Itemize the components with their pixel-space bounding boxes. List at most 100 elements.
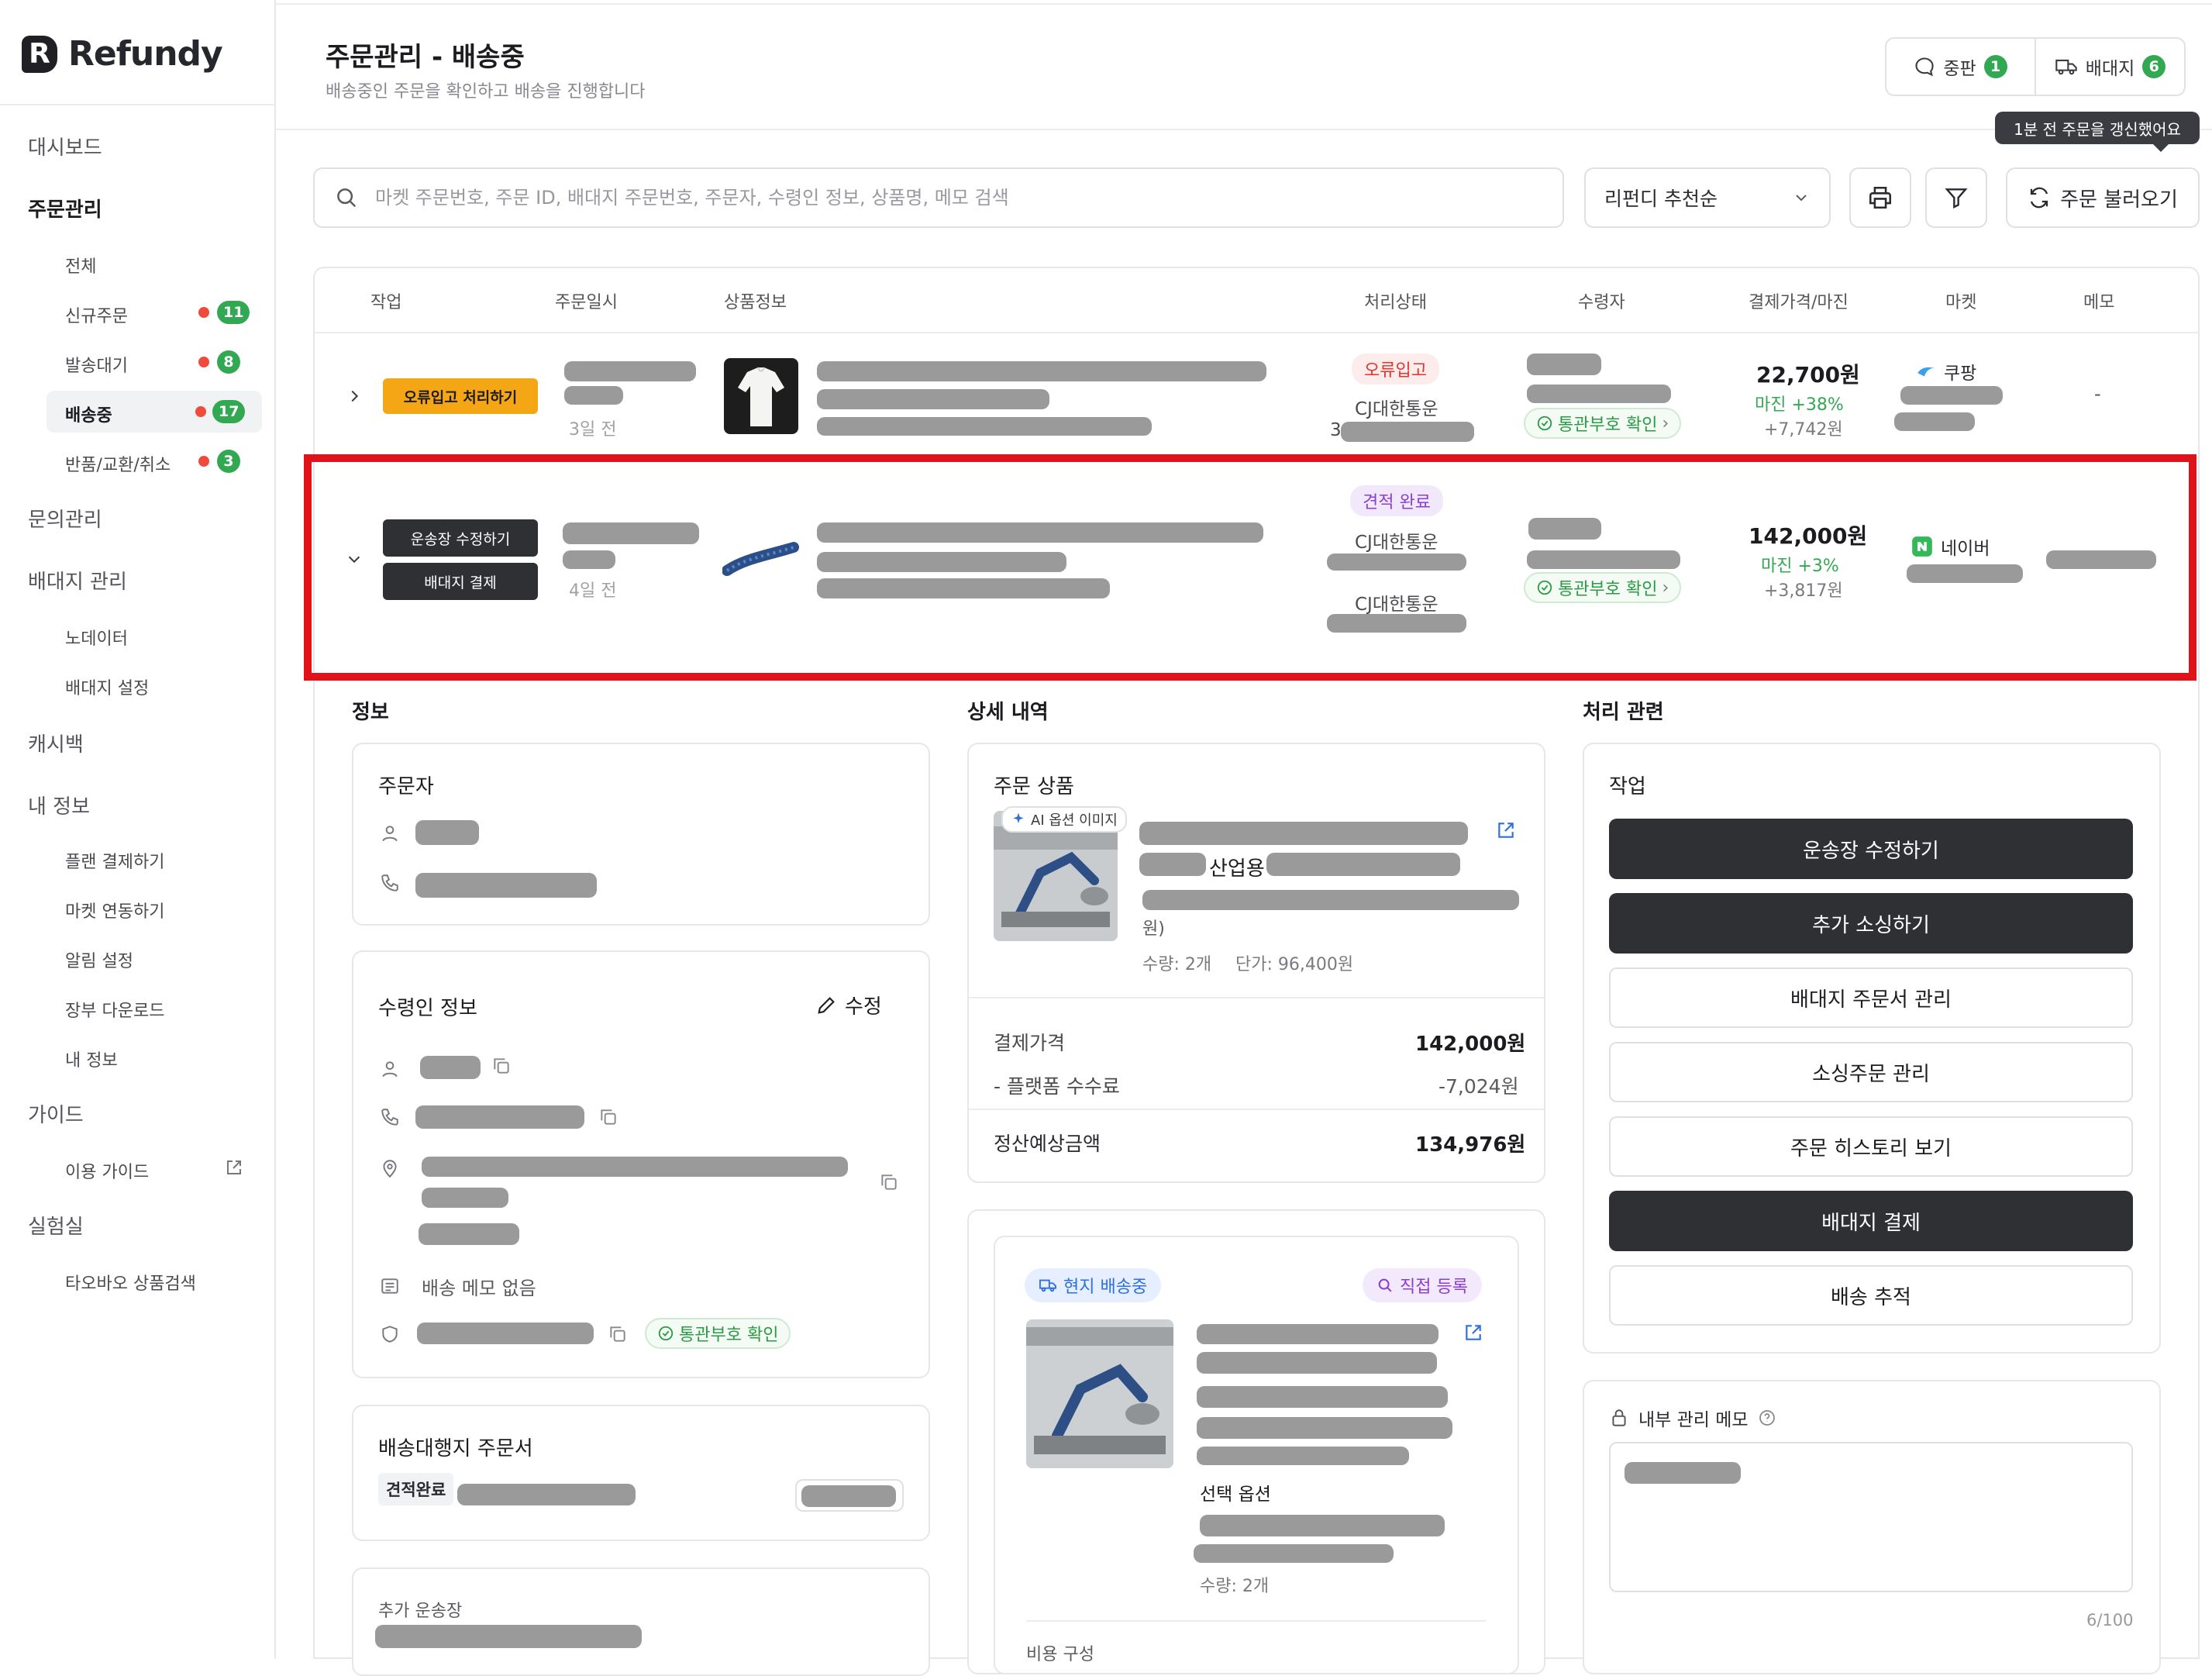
sourcing-order-manage-button[interactable]: 소싱주문 관리 (1609, 1042, 2133, 1102)
page-subtitle: 배송중인 주문을 확인하고 배송을 진행합니다 (326, 82, 646, 102)
nav-usage-guide[interactable]: 이용 가이드 (65, 1158, 149, 1183)
actions-title: 작업 (1609, 775, 1646, 798)
nav-dropship-settings[interactable]: 배대지 설정 (65, 674, 149, 699)
nav-guide[interactable]: 가이드 (28, 1099, 84, 1128)
count-badge: 11 (217, 301, 250, 324)
payment-value: 142,000원 (1415, 1033, 1526, 1056)
copy-icon[interactable] (608, 1324, 628, 1344)
memo-char-count: 6/100 (2086, 1611, 2134, 1629)
refresh-orders-button[interactable]: 주문 불러오기 (2006, 167, 2200, 228)
agent-order-action[interactable] (795, 1479, 904, 1512)
redacted-recipient-phone (415, 1105, 584, 1129)
dispute-label: 중판 (1943, 59, 1976, 79)
copy-icon[interactable] (598, 1107, 618, 1127)
nav-orders-new[interactable]: 신규주문 (65, 302, 128, 327)
chevron-right-icon[interactable] (346, 388, 363, 405)
nav-dropship-nodata[interactable]: 노데이터 (65, 625, 128, 650)
cost-breakdown-label: 비용 구성 (1026, 1645, 1094, 1664)
process-section-title: 처리 관련 (1583, 701, 1664, 724)
local-shipping-label: 현지 배송중 (1063, 1278, 1148, 1297)
copy-icon[interactable] (879, 1172, 899, 1192)
nav-orders-shipping[interactable]: 배송중 (65, 402, 112, 426)
dropship-order-manage-button[interactable]: 배대지 주문서 관리 (1609, 967, 2133, 1028)
col-header-product: 상품정보 (724, 293, 787, 312)
alert-dot (198, 456, 209, 467)
redacted-recipient (1527, 353, 1601, 375)
platform-fee-value: -7,024원 (1438, 1075, 1519, 1098)
sparkle-icon (1013, 812, 1024, 823)
count-badge: 3 (217, 450, 240, 473)
dropship-label: 배대지 (2085, 59, 2135, 79)
redacted-product-name (1266, 853, 1460, 876)
nav-orders-returns[interactable]: 반품/교환/취소 (65, 451, 171, 476)
alert-dot (195, 406, 206, 417)
customs-check-badge[interactable]: 통관부호 확인 (645, 1318, 791, 1349)
refresh-tooltip: 1분 전 주문을 갱신했어요 (1995, 112, 2200, 152)
chevron-down-icon (1796, 195, 1807, 202)
nav-dropship[interactable]: 배대지 관리 (28, 566, 127, 595)
nav-cashback[interactable]: 캐시백 (28, 729, 84, 757)
error-receipt-button[interactable]: 오류입고 처리하기 (383, 378, 538, 414)
sourcing-image[interactable] (1026, 1319, 1173, 1468)
nav-my-info[interactable]: 내 정보 (28, 791, 90, 819)
track-shipment-button[interactable]: 배송 추적 (1609, 1265, 2133, 1326)
truck-icon (1039, 1279, 1056, 1292)
dispute-button[interactable]: 중판 1 (1886, 39, 2035, 95)
customs-check-badge[interactable]: 통관부호 확인 › (1524, 408, 1682, 439)
lock-icon (1612, 1409, 1626, 1426)
nav-my-profile[interactable]: 내 정보 (65, 1047, 118, 1071)
top-border (276, 0, 2212, 5)
nav-orders-waiting[interactable]: 발송대기 (65, 352, 128, 377)
order-history-button[interactable]: 주문 히스토리 보기 (1609, 1116, 2133, 1177)
filter-icon (1945, 188, 1968, 209)
copy-icon[interactable] (491, 1056, 512, 1076)
nav-orders[interactable]: 주문관리 (28, 194, 102, 222)
filter-button[interactable] (1925, 167, 1987, 228)
local-shipping-badge: 현지 배송중 (1025, 1268, 1162, 1302)
redacted-sourcing-name (1197, 1352, 1437, 1374)
redacted-orderer-name (415, 820, 479, 845)
redacted-customs-code (417, 1323, 594, 1344)
redacted-memo-text (1625, 1462, 1741, 1484)
search-input[interactable] (375, 187, 1538, 209)
order-age: 3일 전 (569, 420, 617, 440)
edit-tracking-action-button[interactable]: 운송장 수정하기 (1609, 819, 2133, 879)
nav-ledger-download[interactable]: 장부 다운로드 (65, 997, 164, 1022)
location-pin-icon (383, 1160, 397, 1178)
additional-sourcing-button[interactable]: 추가 소싱하기 (1609, 893, 2133, 954)
logo[interactable]: R Refundy (22, 34, 223, 74)
alert-dot (198, 357, 209, 367)
extra-tracking-card (352, 1567, 930, 1676)
edit-recipient-button[interactable]: 수정 (815, 991, 882, 1019)
redacted-selected-option (1194, 1544, 1394, 1563)
dropship-payment-action-button[interactable]: 배대지 결제 (1609, 1191, 2133, 1251)
ai-option-image-badge[interactable]: AI 옵션 이미지 (1001, 806, 1127, 833)
memo-text: - (2094, 383, 2101, 405)
payment-label: 결제가격 (994, 1032, 1066, 1054)
nav-notification-settings[interactable]: 알림 설정 (65, 947, 133, 972)
help-icon[interactable] (1758, 1409, 1776, 1427)
redacted-orderer-phone (415, 873, 597, 898)
sort-select[interactable]: 리펀디 추천순 (1584, 167, 1831, 228)
memo-textarea[interactable] (1609, 1442, 2133, 1592)
nav-market-link[interactable]: 마켓 연동하기 (65, 898, 164, 922)
print-button[interactable] (1849, 167, 1911, 228)
external-link-icon[interactable] (1496, 820, 1516, 840)
nav-orders-all[interactable]: 전체 (65, 253, 96, 278)
phone-icon (381, 1109, 398, 1126)
external-link-icon[interactable] (1463, 1323, 1483, 1343)
chevron-right-icon: › (1662, 413, 1669, 433)
nav-lab[interactable]: 실험실 (28, 1211, 84, 1240)
recipient-title: 수령인 정보 (378, 997, 477, 1020)
customs-label: 통관부호 확인 (1558, 416, 1658, 435)
nav-plan-payment[interactable]: 플랜 결제하기 (65, 848, 164, 873)
redacted-product-name (817, 361, 1266, 381)
redacted-tracking (1341, 422, 1474, 442)
product-thumbnail[interactable] (724, 358, 798, 434)
nav-taobao-search[interactable]: 타오바오 상품검색 (65, 1270, 196, 1295)
dropship-button[interactable]: 배대지 6 (2035, 39, 2184, 95)
nav-dashboard[interactable]: 대시보드 (28, 132, 102, 160)
direct-register-badge[interactable]: 직접 등록 (1363, 1268, 1482, 1302)
nav-inquiries[interactable]: 문의관리 (28, 504, 102, 533)
divider (969, 997, 1544, 998)
